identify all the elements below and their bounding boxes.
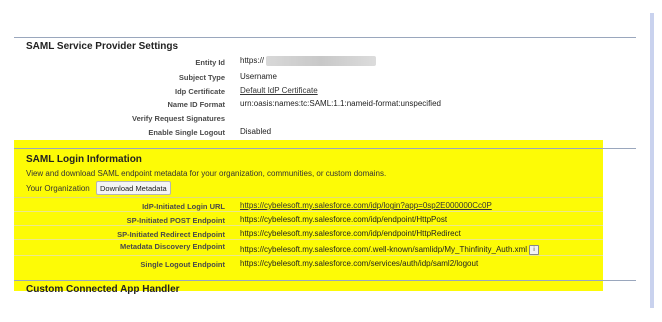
row-divider	[14, 255, 603, 256]
sp-settings-title: SAML Service Provider Settings	[26, 41, 179, 52]
idp-certificate-link[interactable]: Default IdP Certificate	[240, 86, 318, 95]
enable-single-logout-label: Enable Single Logout	[148, 128, 225, 137]
name-id-format-value: urn:oasis:names:tc:SAML:1.1:nameid-forma…	[240, 99, 441, 108]
entity-id-label: Entity Id	[195, 58, 225, 67]
login-info-title: SAML Login Information	[26, 154, 142, 165]
metadata-discovery-label: Metadata Discovery Endpoint	[119, 242, 225, 251]
single-logout-endpoint-value: https://cybelesoft.my.salesforce.com/ser…	[240, 259, 479, 268]
name-id-format-label: Name ID Format	[167, 100, 225, 109]
sp-post-endpoint-value: https://cybelesoft.my.salesforce.com/idp…	[240, 215, 448, 224]
subject-type-value: Username	[240, 72, 277, 81]
section-divider	[14, 37, 636, 38]
row-divider	[14, 225, 603, 226]
row-divider	[14, 239, 603, 240]
entity-id-value: https://	[240, 56, 377, 66]
sp-post-endpoint-label: SP-Initiated POST Endpoint	[126, 216, 225, 225]
connected-app-title: Custom Connected App Handler	[26, 284, 180, 295]
verify-request-signatures-label: Verify Request Signatures	[132, 114, 225, 123]
sp-redirect-endpoint-label: SP-Initiated Redirect Endpoint	[117, 230, 225, 239]
your-organization-label: Your Organization	[26, 184, 90, 193]
entity-id-text: https://	[240, 56, 265, 66]
login-info-intro: View and download SAML endpoint metadata…	[26, 169, 387, 178]
idp-certificate-label: Idp Certificate	[174, 87, 225, 96]
info-icon[interactable]: i	[529, 245, 540, 255]
redacted-value	[266, 56, 377, 66]
idp-login-url-label: IdP-Initiated Login URL	[142, 202, 225, 211]
metadata-discovery-url: https://cybelesoft.my.salesforce.com/.we…	[240, 245, 528, 255]
subject-type-label: Subject Type	[178, 73, 225, 82]
single-logout-endpoint-label: Single Logout Endpoint	[140, 260, 225, 269]
idp-login-url-link[interactable]: https://cybelesoft.my.salesforce.com/idp…	[240, 201, 492, 210]
row-divider	[14, 197, 603, 198]
page-side-strip	[650, 13, 654, 308]
enable-single-logout-value: Disabled	[240, 127, 272, 136]
row-divider	[14, 211, 603, 212]
download-metadata-button[interactable]: Download Metadata	[96, 181, 171, 195]
section-divider	[14, 148, 636, 149]
metadata-discovery-value: https://cybelesoft.my.salesforce.com/.we…	[240, 245, 540, 255]
sp-redirect-endpoint-value: https://cybelesoft.my.salesforce.com/idp…	[240, 229, 461, 238]
section-divider	[14, 280, 636, 281]
